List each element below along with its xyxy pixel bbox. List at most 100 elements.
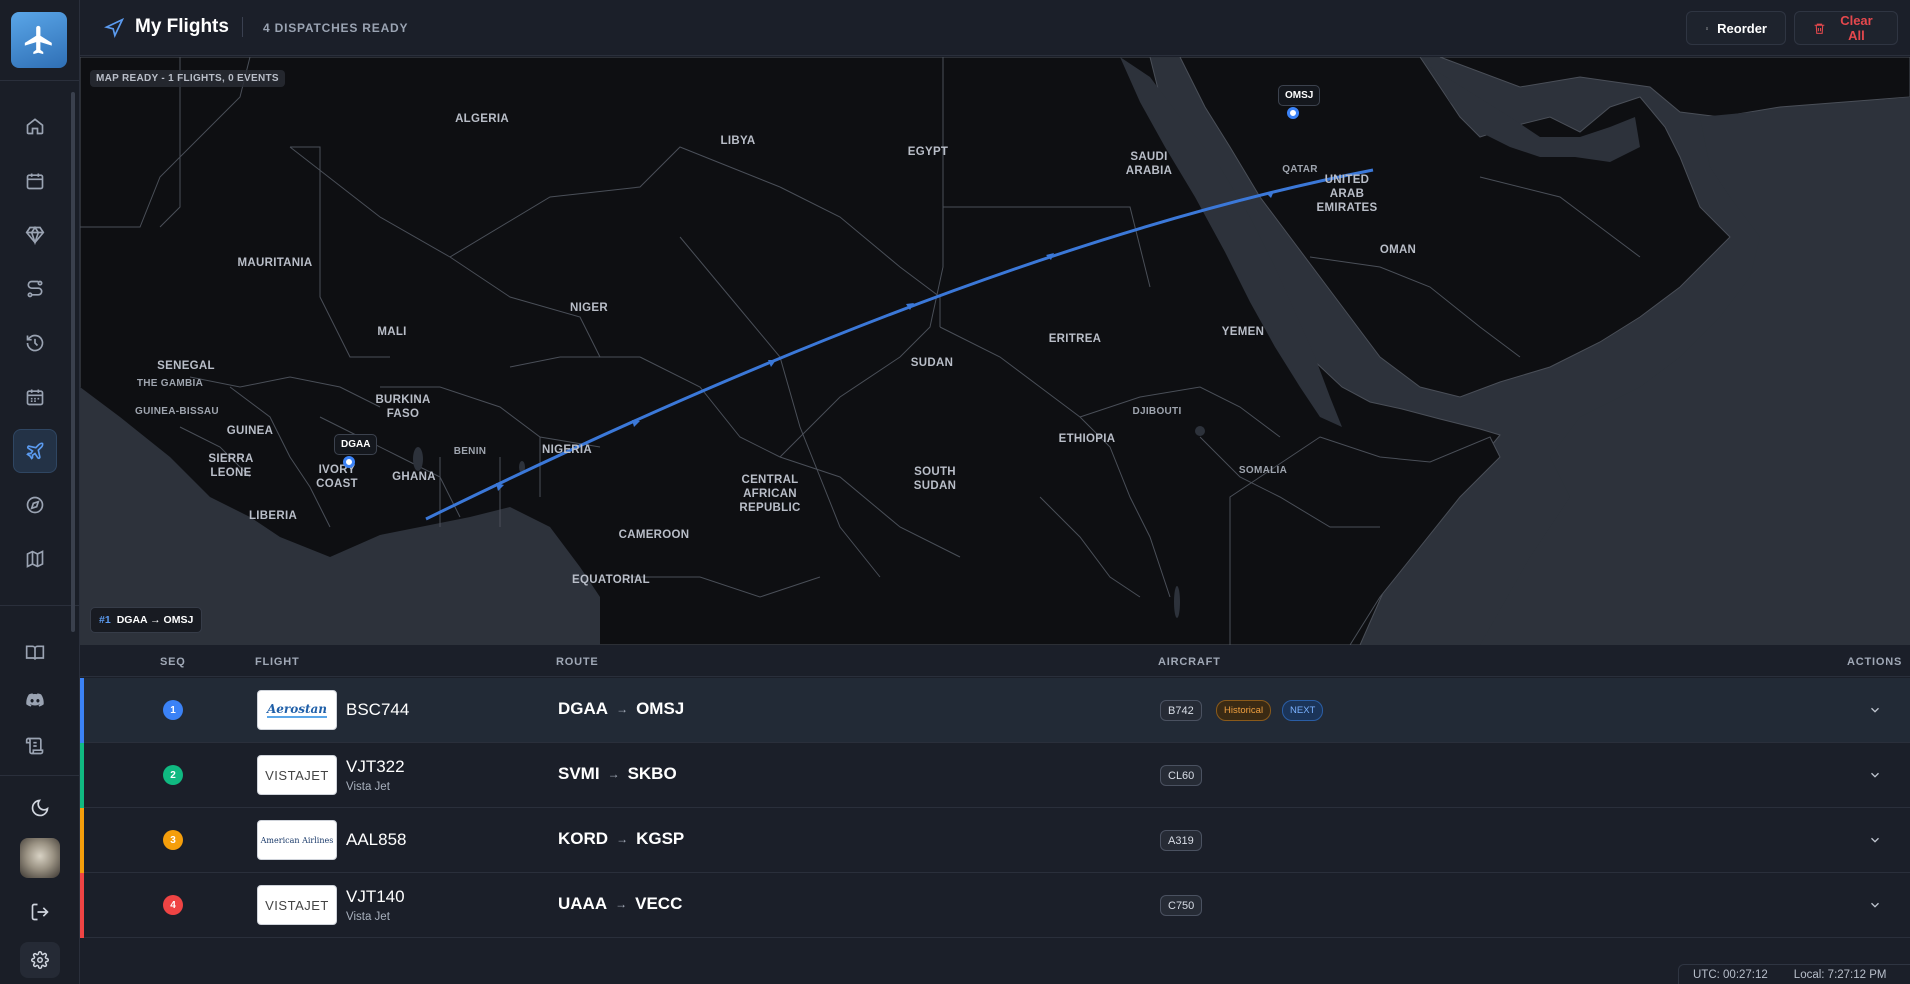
map-label-guinea-bissau: GUINEA-BISSAU bbox=[135, 406, 219, 417]
settings-button[interactable] bbox=[20, 942, 60, 978]
table-row[interactable]: 1 Aerostan BSC744 DGAA → OMSJ B742 Histo… bbox=[80, 678, 1910, 743]
sidebar-item-premium[interactable] bbox=[13, 213, 57, 257]
airline-logo-text: Aerostan bbox=[266, 702, 328, 718]
flight-callsign: VJT140 bbox=[346, 887, 405, 906]
flight-route: DGAA → OMSJ bbox=[558, 699, 684, 719]
next-tag: NEXT bbox=[1282, 700, 1324, 721]
airline-logo-text: VISTAJET bbox=[265, 897, 329, 913]
book-icon bbox=[25, 645, 45, 660]
destination-airport-marker[interactable] bbox=[1287, 107, 1299, 119]
flights-table: SEQ FLIGHT ROUTE AIRCRAFT ACTIONS 1 Aero… bbox=[80, 645, 1910, 984]
airline-logo: VISTAJET bbox=[257, 755, 337, 795]
table-header: SEQ FLIGHT ROUTE AIRCRAFT ACTIONS bbox=[80, 645, 1910, 677]
map-label-cameroon: CAMEROON bbox=[618, 529, 690, 541]
header-divider bbox=[242, 17, 243, 37]
origin-airport-tag[interactable]: DGAA bbox=[334, 434, 378, 455]
sidebar-item-changelog[interactable] bbox=[13, 724, 57, 768]
route-destination: KGSP bbox=[636, 829, 685, 848]
sidebar-item-events[interactable] bbox=[13, 375, 57, 419]
sidebar-item-routes[interactable] bbox=[13, 267, 57, 311]
map-label-yemen: YEMEN bbox=[1221, 326, 1265, 338]
theme-toggle[interactable] bbox=[18, 786, 62, 830]
app-logo[interactable] bbox=[11, 12, 67, 68]
lake-turkana bbox=[1174, 586, 1180, 618]
sidebar-divider bbox=[0, 605, 80, 606]
map-status-badge: MAP READY - 1 FLIGHTS, 0 EVENTS bbox=[90, 70, 285, 87]
column-header-flight: FLIGHT bbox=[255, 656, 300, 668]
route-destination: OMSJ bbox=[636, 699, 685, 718]
flight-route: UAAA → VECC bbox=[558, 894, 682, 914]
map-label-benin: BENIN bbox=[453, 446, 487, 457]
sidebar-item-my-flights[interactable] bbox=[13, 429, 57, 473]
reorder-button[interactable]: Reorder bbox=[1686, 11, 1786, 45]
map-label-niger: NIGER bbox=[570, 302, 608, 314]
aircraft-type-badge: CL60 bbox=[1160, 765, 1203, 786]
column-header-actions: ACTIONS bbox=[1847, 656, 1903, 668]
logout-button[interactable] bbox=[18, 890, 62, 934]
aircraft-type-badge: B742 bbox=[1160, 700, 1202, 721]
map-label-gambia: THE GAMBIA bbox=[136, 378, 204, 389]
airline-logo: Aerostan bbox=[257, 690, 337, 730]
expand-chevron-icon[interactable] bbox=[1868, 898, 1882, 912]
origin-airport-marker[interactable] bbox=[343, 456, 355, 468]
sidebar-scrollbar[interactable] bbox=[71, 92, 75, 632]
flight-route: SVMI → SKBO bbox=[558, 764, 677, 784]
utc-time: UTC: 00:27:12 bbox=[1693, 968, 1768, 981]
navigation-arrow-icon bbox=[104, 18, 124, 38]
expand-chevron-icon[interactable] bbox=[1868, 768, 1882, 782]
map-label-saudi: SAUDI ARABIA bbox=[1125, 151, 1173, 177]
route-origin: DGAA bbox=[558, 699, 609, 718]
sequence-badge: 3 bbox=[163, 830, 183, 850]
map-label-south-sudan: SOUTH SUDAN bbox=[913, 466, 957, 492]
sidebar-item-explore[interactable] bbox=[13, 483, 57, 527]
history-icon bbox=[26, 334, 44, 352]
table-row[interactable]: 4 VISTAJET VJT140 Vista Jet UAAA → VECC … bbox=[80, 873, 1910, 938]
map-label-ethiopia: ETHIOPIA bbox=[1058, 433, 1116, 445]
map-label-nigeria: NIGERIA bbox=[541, 444, 593, 456]
route-arrow-icon: → bbox=[607, 767, 620, 781]
sidebar-item-docs[interactable] bbox=[13, 631, 57, 675]
route-destination: SKBO bbox=[627, 764, 677, 783]
expand-chevron-icon[interactable] bbox=[1868, 833, 1882, 847]
route-chip[interactable]: #1 DGAA → OMSJ bbox=[90, 607, 203, 633]
calendar-grid-icon bbox=[26, 389, 44, 406]
map-label-burkina-faso: BURKINA FASO bbox=[375, 394, 431, 420]
expand-chevron-icon[interactable] bbox=[1868, 703, 1882, 717]
lake-tana bbox=[1195, 426, 1205, 436]
map-label-ghana: GHANA bbox=[392, 471, 436, 483]
historical-tag: Historical bbox=[1216, 700, 1272, 721]
map-label-oman: OMAN bbox=[1379, 244, 1417, 256]
route-chip-text: DGAA → OMSJ bbox=[116, 614, 194, 626]
destination-airport-tag[interactable]: OMSJ bbox=[1278, 85, 1321, 106]
sequence-badge: 1 bbox=[163, 700, 183, 720]
table-row[interactable]: 3 American Airlines AAL858 KORD → KGSP A… bbox=[80, 808, 1910, 873]
airline-logo-text: American Airlines bbox=[260, 835, 334, 845]
table-row[interactable]: 2 VISTAJET VJT322 Vista Jet SVMI → SKBO … bbox=[80, 743, 1910, 808]
map-label-equatorial: EQUATORIAL bbox=[572, 574, 650, 586]
sequence-badge: 4 bbox=[163, 895, 183, 915]
user-avatar[interactable] bbox=[20, 838, 60, 878]
sidebar-item-history[interactable] bbox=[13, 321, 57, 365]
map-label-somalia: SOMALIA bbox=[1238, 465, 1288, 476]
clear-all-button[interactable]: Clear All bbox=[1794, 11, 1898, 45]
logout-icon bbox=[31, 903, 49, 921]
local-time: Local: 7:27:12 PM bbox=[1793, 968, 1887, 981]
sidebar-item-schedule[interactable] bbox=[13, 159, 57, 203]
airline-logo: American Airlines bbox=[257, 820, 337, 860]
map-label-guinea: GUINEA bbox=[226, 425, 274, 437]
sidebar-divider bbox=[0, 775, 80, 776]
column-header-seq: SEQ bbox=[160, 656, 186, 668]
sidebar-item-discord[interactable] bbox=[13, 678, 57, 722]
map-label-mauritania: MAURITANIA bbox=[237, 257, 313, 269]
clock-status-bar: UTC: 00:27:12 Local: 7:27:12 PM bbox=[1678, 964, 1910, 984]
map-label-sierra-leone: SIERRA LEONE bbox=[208, 453, 254, 479]
sidebar-item-home[interactable] bbox=[13, 104, 57, 148]
sidebar-item-map[interactable] bbox=[13, 537, 57, 581]
map-label-uae: UNITED ARAB EMIRATES bbox=[1316, 174, 1378, 214]
reorder-label: Reorder bbox=[1717, 20, 1767, 36]
flight-map[interactable]: MAP READY - 1 FLIGHTS, 0 EVENTS ALGERIA … bbox=[80, 57, 1910, 645]
settings-icon bbox=[31, 951, 49, 969]
route-destination: VECC bbox=[635, 894, 683, 913]
flight-callsign: BSC744 bbox=[346, 700, 410, 719]
airline-logo: VISTAJET bbox=[257, 885, 337, 925]
